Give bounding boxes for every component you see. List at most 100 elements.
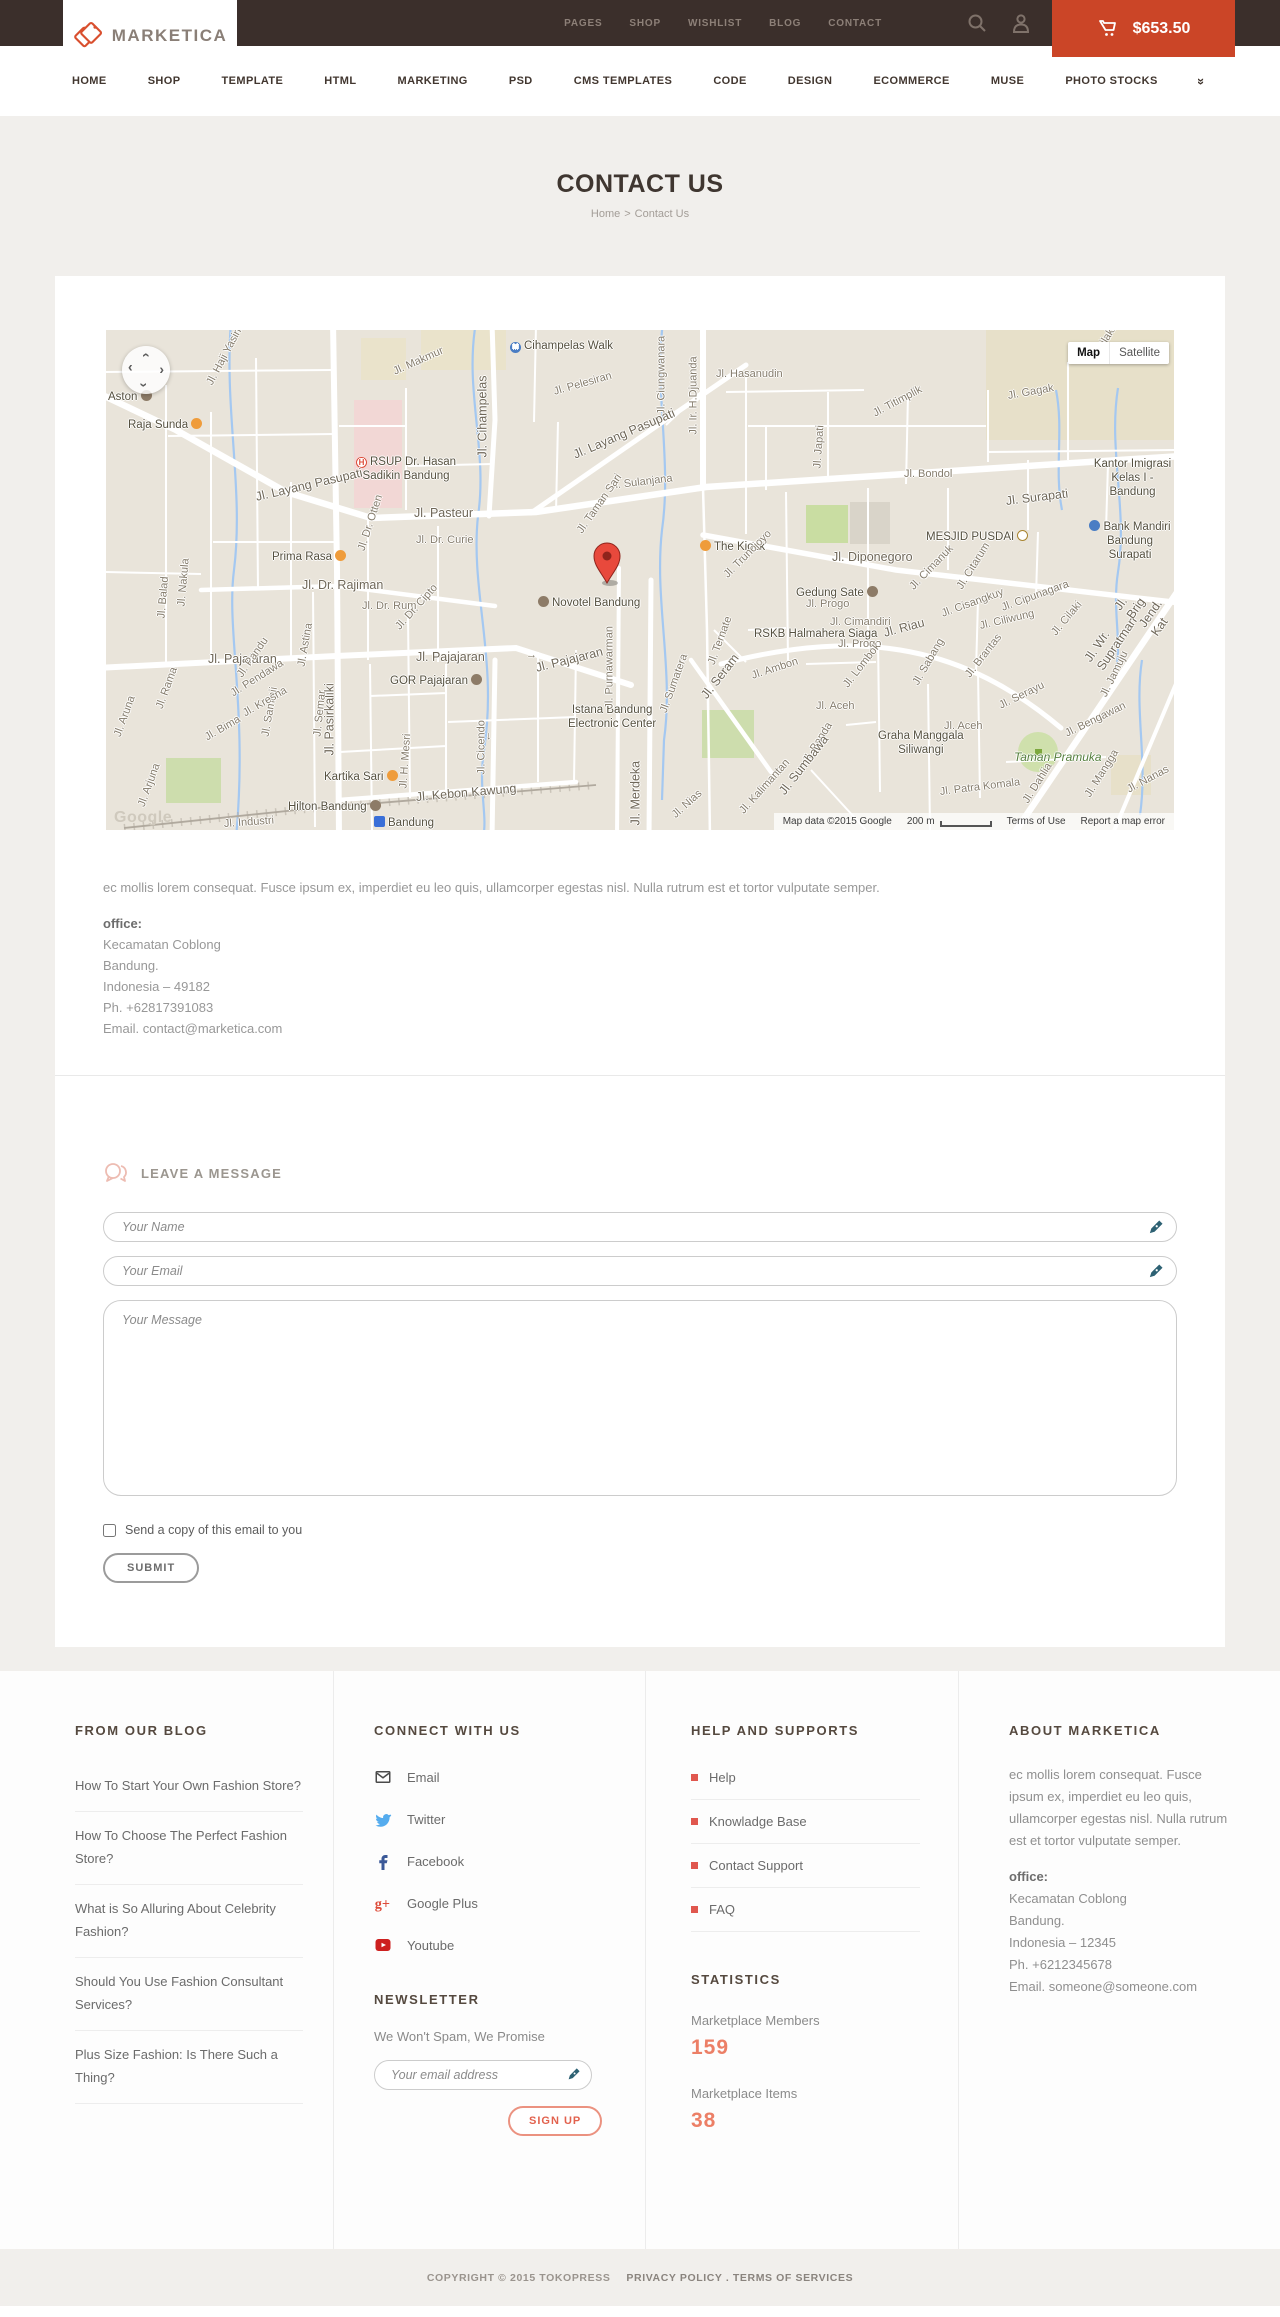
footer-connect-heading: CONNECT WITH US <box>374 1723 521 1738</box>
bullet-icon <box>691 1818 698 1825</box>
map-label: Jl. Aceh <box>816 700 855 712</box>
map-label: Jl. Ir. H.Djuanda <box>687 356 700 435</box>
social-link-label: Facebook <box>407 1853 465 1869</box>
pan-left-icon[interactable] <box>128 361 133 377</box>
map-label: Jl. Cihampelas <box>475 375 490 458</box>
newsletter-email-input[interactable] <box>374 2060 592 2090</box>
blog-post-link[interactable]: How To Choose The Perfect Fashion Store? <box>75 1812 303 1885</box>
mainnav-link[interactable]: CODE <box>713 75 746 87</box>
topnav-link[interactable]: CONTACT <box>828 18 882 29</box>
mainnav-link[interactable]: MUSE <box>991 75 1024 87</box>
social-link[interactable]: Email <box>374 1768 605 1786</box>
map-type-satellite-button[interactable]: Satellite <box>1109 342 1169 364</box>
statistics-heading: STATISTICS <box>691 1972 781 1987</box>
map-label: Jl. Nias <box>669 787 705 821</box>
help-link[interactable]: FAQ <box>691 1888 920 1932</box>
map-label: M Cihampelas Walk <box>510 340 613 354</box>
mainnav-link[interactable]: CMS TEMPLATES <box>574 75 673 87</box>
about-text: ec mollis lorem consequat. Fusce ipsum e… <box>1009 1767 1228 1848</box>
signup-button[interactable]: SIGN UP <box>508 2106 603 2136</box>
statistic-label: Marketplace Items <box>691 2086 798 2101</box>
email-input[interactable] <box>103 1256 1177 1286</box>
map-label: Jl. Pasteur <box>414 506 474 520</box>
form-heading: LEAVE A MESSAGE <box>141 1165 283 1181</box>
map-label: Jl. Rama <box>153 665 180 711</box>
mosque-poi-icon <box>1017 530 1029 541</box>
bullet-icon <box>691 1774 698 1781</box>
footer-help-heading: HELP AND SUPPORTS <box>691 1723 860 1738</box>
pan-up-icon[interactable] <box>136 353 152 358</box>
help-link[interactable]: Knowladge Base <box>691 1800 920 1844</box>
help-link[interactable]: Contact Support <box>691 1844 920 1888</box>
blog-post-link[interactable]: Plus Size Fashion: Is There Such a Thing… <box>75 2031 303 2104</box>
blog-post-link[interactable]: Should You Use Fashion Consultant Servic… <box>75 1958 303 2031</box>
map-label: H RSUP Dr. Hasan Sadikin Bandung <box>356 456 456 484</box>
tag-logo-icon <box>73 21 102 48</box>
mainnav-link[interactable]: ECOMMERCE <box>873 75 949 87</box>
help-link[interactable]: Help <box>691 1756 920 1800</box>
content-card: M Cihampelas Walk Raja Sunda Aston Jl. Haj… <box>55 276 1225 1647</box>
report-map-error-link[interactable]: Report a map error <box>1081 816 1165 827</box>
terms-of-use-link[interactable]: Terms of Use <box>1007 816 1066 827</box>
send-copy-checkbox[interactable] <box>103 1523 116 1537</box>
topnav-link[interactable]: PAGES <box>564 18 602 29</box>
bed-poi-icon <box>538 596 549 607</box>
map-label: Jl. Sabang <box>910 636 947 688</box>
blog-post-link[interactable]: What is So Alluring About Celebrity Fash… <box>75 1885 303 1958</box>
search-icon[interactable] <box>967 13 987 33</box>
social-link[interactable]: Facebook <box>374 1852 605 1870</box>
map-label: GOR Pajajaran <box>390 674 485 689</box>
topnav-link[interactable]: SHOP <box>629 18 661 29</box>
mainnav-link[interactable]: SHOP <box>148 75 181 87</box>
map-pan-control[interactable] <box>122 346 170 394</box>
map-type-map-button[interactable]: Map <box>1068 342 1110 364</box>
mainnav-link[interactable]: DESIGN <box>788 75 833 87</box>
map-label: Jl. Aruna <box>111 694 138 739</box>
map-label: Jl. Taman Sari <box>574 471 625 536</box>
map-label: Jl. Arjuna <box>135 761 163 809</box>
message-textarea[interactable] <box>103 1300 1177 1496</box>
mainnav-link[interactable]: HOME <box>72 75 107 87</box>
edit-pen-icon <box>1149 1264 1163 1278</box>
logo[interactable]: MARKETICA <box>63 0 237 72</box>
social-link[interactable]: Youtube <box>374 1936 605 1954</box>
map-label: Graha Manggala Siliwangi <box>878 730 964 756</box>
google-map[interactable]: M Cihampelas Walk Raja Sunda Aston Jl. Haj… <box>106 330 1174 830</box>
legal-links[interactable]: PRIVACY POLICY . TERMS OF SERVICES <box>626 2272 853 2284</box>
map-label: Jl. Merdeka <box>628 760 643 826</box>
mainnav-link[interactable]: PSD <box>509 75 533 87</box>
about-office-address: office: Kecamatan Coblong Bandung. Indones… <box>1009 1866 1238 1998</box>
social-link[interactable]: Twitter <box>374 1810 605 1828</box>
mainnav-link[interactable]: MARKETING <box>398 75 468 87</box>
pan-down-icon[interactable] <box>136 383 152 388</box>
name-input[interactable] <box>103 1212 1177 1242</box>
mainnav-link[interactable]: PHOTO STOCKS <box>1065 75 1157 87</box>
breadcrumb-home-link[interactable]: Home <box>591 208 620 220</box>
cart-button[interactable]: $653.50 <box>1052 0 1235 57</box>
map-label: Jl. Nanas <box>1124 763 1172 796</box>
map-label: Jl. Hasanudin <box>716 368 783 380</box>
pan-right-icon[interactable] <box>159 361 164 377</box>
social-link[interactable]: Google Plus <box>374 1894 605 1912</box>
send-copy-option[interactable]: Send a copy of this email to you <box>103 1523 1177 1537</box>
submit-button[interactable]: SUBMIT <box>103 1553 200 1583</box>
twitter-icon <box>374 1810 392 1828</box>
mainnav-link[interactable]: HTML <box>324 75 356 87</box>
map-label: Jl. Brantas <box>962 631 1005 680</box>
map-label: Jl. Pajajaran <box>534 644 605 675</box>
more-menu-chevron-icon[interactable] <box>1198 74 1205 89</box>
statistic-label: Marketplace Members <box>691 2013 820 2028</box>
map-label: Jl. Serayu <box>997 679 1047 712</box>
bank-poi-icon <box>1089 520 1101 531</box>
map-label: Jl. Cipunagara <box>999 578 1071 614</box>
blog-post-link[interactable]: How To Start Your Own Fashion Store? <box>75 1762 303 1812</box>
cart-icon <box>1098 19 1116 36</box>
user-account-icon[interactable] <box>1012 13 1030 33</box>
office-address: office: Kecamatan Coblong Bandung. Indones… <box>103 913 1177 1039</box>
topnav-link[interactable]: BLOG <box>769 18 801 29</box>
mainnav-link[interactable]: TEMPLATE <box>222 75 284 87</box>
statistics-list: Marketplace Members 159 Marketplace Item… <box>691 2013 920 2133</box>
topnav-link[interactable]: WISHLIST <box>688 18 742 29</box>
footer-about-heading: ABOUT MARKETICA <box>1009 1723 1161 1738</box>
breadcrumb-current: Contact Us <box>634 208 690 220</box>
